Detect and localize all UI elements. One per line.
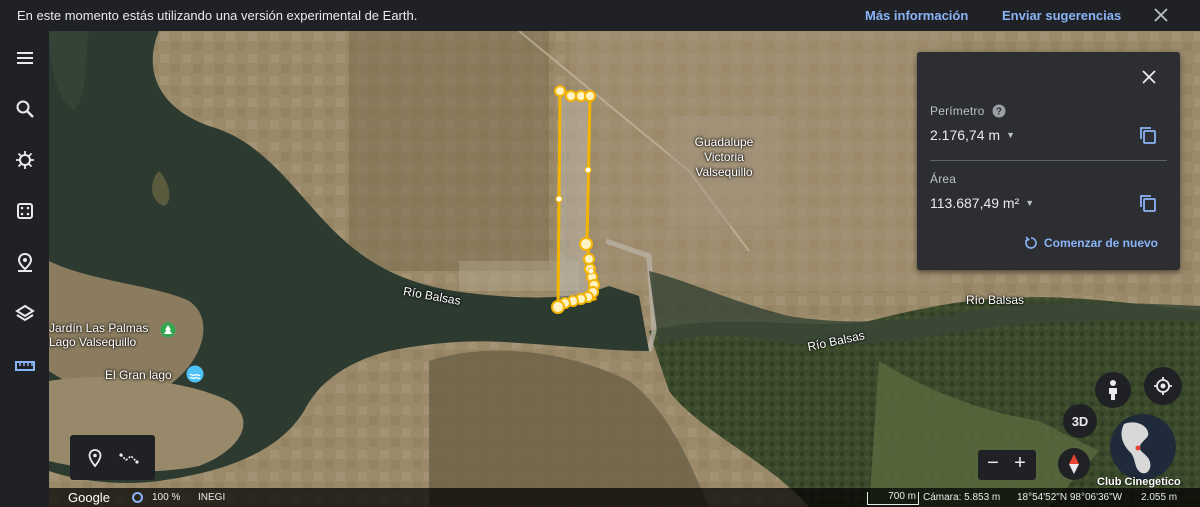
- area-label: Área: [930, 172, 957, 186]
- chevron-down-icon: ▼: [1006, 130, 1015, 140]
- more-info-link[interactable]: Más información: [865, 8, 968, 23]
- zoom-out-button[interactable]: −: [981, 452, 1005, 475]
- streaming-percent: 100 %: [152, 492, 181, 503]
- send-feedback-link[interactable]: Enviar sugerencias: [1002, 8, 1121, 23]
- google-logo: Google: [68, 490, 110, 505]
- left-toolbar: [0, 31, 49, 507]
- search-icon[interactable]: [12, 96, 38, 122]
- zoom-controls: − +: [978, 450, 1036, 480]
- measure-icon[interactable]: [12, 353, 38, 379]
- zoom-in-button[interactable]: +: [1008, 452, 1032, 475]
- menu-icon[interactable]: [12, 45, 38, 71]
- voyager-icon[interactable]: [12, 147, 38, 173]
- water-poi-icon[interactable]: [186, 365, 204, 383]
- river-label: Río Balsas: [966, 293, 1025, 307]
- perimeter-value-dropdown[interactable]: 2.176,74 m ▼: [930, 127, 1015, 143]
- perimeter-label: Perímetro ?: [930, 104, 1006, 118]
- copy-perimeter-icon[interactable]: [1138, 125, 1158, 145]
- scale-bar[interactable]: 700 m: [867, 492, 919, 505]
- cursor-coordinates: 18°54'52"N 98°06'36"W: [1017, 492, 1123, 503]
- watermark-text: Club Cinegetico: [1097, 476, 1181, 488]
- draw-path-icon[interactable]: [118, 447, 140, 469]
- places-icon[interactable]: [12, 250, 38, 276]
- drawing-tools: [70, 435, 155, 480]
- banner-message: En este momento estás utilizando una ver…: [17, 8, 418, 23]
- town-label: Guadalupe Victoria Valsequillo: [694, 135, 754, 179]
- experimental-banner: En este momento estás utilizando una ver…: [0, 0, 1200, 31]
- add-placemark-icon[interactable]: [84, 447, 106, 469]
- measure-panel: Perímetro ? 2.176,74 m ▼ Área 113.687,49 …: [917, 52, 1180, 270]
- globe-icon: [1110, 414, 1176, 480]
- close-banner-icon[interactable]: [1152, 6, 1170, 24]
- area-value-dropdown[interactable]: 113.687,49 m² ▼: [930, 195, 1034, 211]
- camera-altitude: Cámara: 5.853 m: [923, 492, 1001, 503]
- ground-elevation: 2.055 m: [1141, 492, 1178, 503]
- restart-icon: [1025, 236, 1037, 249]
- start-over-button[interactable]: Comenzar de nuevo: [1024, 236, 1158, 250]
- streaming-indicator-icon: [132, 492, 143, 503]
- status-bar: Google 100 % INEGI 700 m Cámara: 5.853 m…: [49, 488, 1200, 507]
- data-attribution[interactable]: INEGI: [198, 492, 225, 503]
- copy-area-icon[interactable]: [1138, 193, 1158, 213]
- chevron-down-icon: ▼: [1025, 198, 1035, 208]
- pegman-icon: [1109, 380, 1117, 400]
- help-icon[interactable]: ?: [992, 104, 1006, 118]
- compass-button[interactable]: [1058, 448, 1090, 480]
- poi-jardin-las-palmas[interactable]: Jardín Las Palmas Lago Valsequillo: [49, 321, 148, 349]
- globe-minimap[interactable]: [1110, 414, 1176, 480]
- layers-icon[interactable]: [12, 301, 38, 327]
- svg-text:?: ?: [996, 107, 1002, 118]
- projects-icon[interactable]: [12, 198, 38, 224]
- close-panel-icon[interactable]: [1140, 68, 1158, 86]
- my-location-button[interactable]: [1144, 367, 1182, 405]
- park-icon[interactable]: [160, 322, 176, 338]
- panel-divider: [930, 160, 1167, 161]
- compass-icon: [1069, 454, 1079, 474]
- poi-el-gran-lago[interactable]: El Gran lago: [105, 368, 172, 382]
- my-location-icon: [1154, 377, 1172, 395]
- street-view-pegman-button[interactable]: [1095, 372, 1131, 408]
- toggle-3d-button[interactable]: 3D: [1063, 404, 1097, 438]
